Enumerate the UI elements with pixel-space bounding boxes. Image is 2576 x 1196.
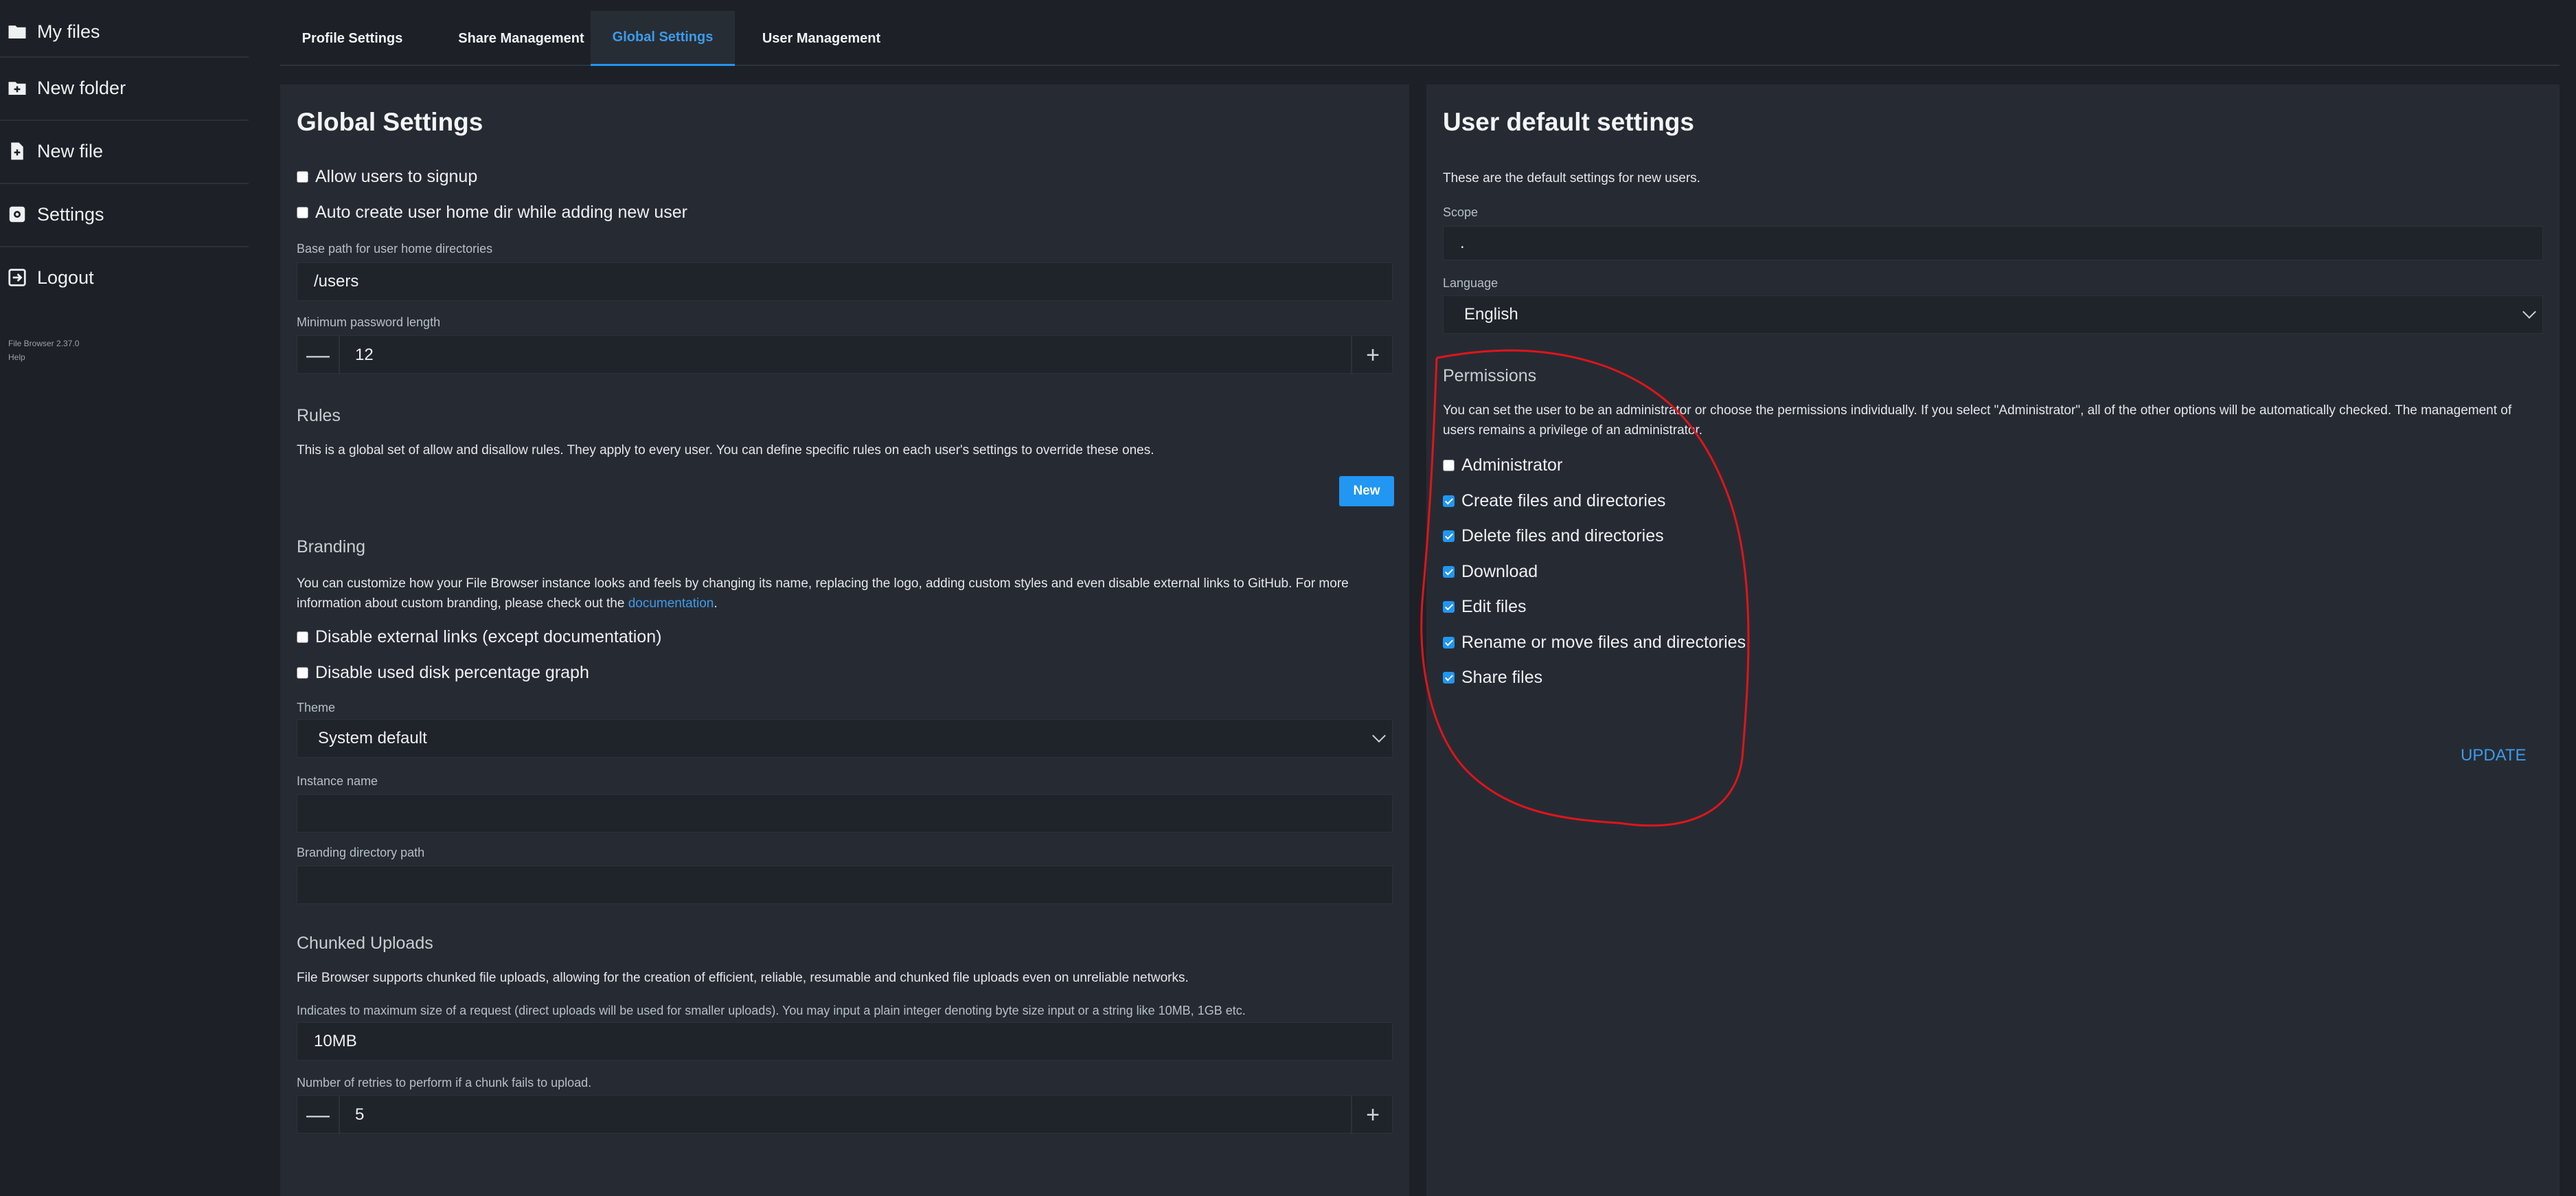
branding-description-line: You can customize how your File Browser … <box>297 576 1349 591</box>
version-text: File Browser 2.37.0 <box>8 339 80 348</box>
logout-icon <box>8 269 26 286</box>
text: . <box>714 596 718 611</box>
scope-input[interactable]: . <box>1443 226 2543 260</box>
new-rule-button[interactable]: New <box>1339 476 1394 506</box>
folder-icon <box>8 25 26 38</box>
retries-stepper: — 5 + <box>297 1095 1393 1134</box>
auto-home-checkbox[interactable]: Auto create user home dir while adding n… <box>297 203 687 223</box>
min-password-value[interactable]: 12 <box>355 346 374 365</box>
increment-button[interactable]: + <box>1352 1096 1393 1134</box>
help-link[interactable]: Help <box>8 352 25 362</box>
rules-heading: Rules <box>297 406 341 425</box>
disable-disk-graph-checkbox[interactable]: Disable used disk percentage graph <box>297 663 589 683</box>
branding-dir-input[interactable] <box>297 866 1393 904</box>
decrement-button[interactable]: — <box>297 1096 339 1134</box>
user-defaults-description: These are the default settings for new u… <box>1443 171 1700 185</box>
language-select-value: English <box>1464 305 1518 324</box>
checkbox-icon[interactable] <box>297 667 308 679</box>
sidebar: My files New folder New file Settings Lo… <box>0 0 249 1196</box>
checkbox-icon[interactable] <box>297 171 308 183</box>
min-password-stepper: — 12 + <box>297 335 1393 374</box>
retries-label: Number of retries to perform if a chunk … <box>297 1076 592 1090</box>
sidebar-item-new-folder[interactable]: New folder <box>0 56 249 120</box>
theme-select[interactable]: System default <box>297 719 1393 758</box>
sidebar-item-label: Settings <box>37 203 104 225</box>
sidebar-item-new-file[interactable]: New file <box>0 120 249 183</box>
section-title: User default settings <box>1443 108 1694 136</box>
theme-select-value: System default <box>318 729 427 747</box>
instance-name-label: Instance name <box>297 774 378 788</box>
sidebar-item-label: New folder <box>37 77 126 98</box>
chunked-uploads-description: File Browser supports chunked file uploa… <box>297 971 1189 985</box>
chunk-size-label: Indicates to maximum size of a request (… <box>297 1004 1246 1017</box>
documentation-link[interactable]: documentation <box>628 596 714 611</box>
sidebar-item-my-files[interactable]: My files <box>0 0 249 63</box>
global-settings-card: Global Settings Allow users to signup Au… <box>280 84 1409 1196</box>
min-password-label: Minimum password length <box>297 315 441 329</box>
checkbox-icon[interactable] <box>297 631 308 643</box>
text: information about custom branding, pleas… <box>297 596 628 611</box>
sidebar-item-label: My files <box>37 21 100 42</box>
branding-description: You can customize how your File Browser … <box>297 574 1395 613</box>
sidebar-item-logout[interactable]: Logout <box>0 246 249 309</box>
divider <box>339 1096 340 1134</box>
folder-plus-icon <box>8 82 26 95</box>
branding-description-line: information about custom branding, pleas… <box>297 594 1395 613</box>
chevron-down-icon <box>2522 305 2536 319</box>
language-select[interactable]: English <box>1443 295 2543 334</box>
chunked-uploads-heading: Chunked Uploads <box>297 934 433 953</box>
gear-icon <box>9 206 25 223</box>
checkbox-label: Auto create user home dir while adding n… <box>315 203 687 222</box>
checkbox-label: Disable used disk percentage graph <box>315 663 589 682</box>
sidebar-item-settings[interactable]: Settings <box>0 183 249 246</box>
chevron-down-icon <box>1372 729 1386 743</box>
increment-button[interactable]: + <box>1352 336 1393 374</box>
page-title: Global Settings <box>297 108 483 136</box>
file-plus-icon <box>11 142 23 160</box>
base-path-input[interactable]: /users <box>297 262 1393 301</box>
branding-heading: Branding <box>297 537 366 556</box>
checkbox-icon[interactable] <box>297 207 308 218</box>
sidebar-item-label: Logout <box>37 267 94 288</box>
tab-share-management[interactable]: Share Management <box>433 11 610 66</box>
retries-value[interactable]: 5 <box>355 1105 364 1125</box>
tab-global-settings[interactable]: Global Settings <box>591 11 735 66</box>
base-path-label: Base path for user home directories <box>297 242 493 256</box>
annotation-circle <box>1420 349 1750 827</box>
tab-profile-settings[interactable]: Profile Settings <box>280 11 424 66</box>
theme-label: Theme <box>297 701 336 714</box>
divider <box>339 336 340 374</box>
settings-tabs: Profile Settings Share Management Global… <box>280 0 2560 66</box>
tab-user-management[interactable]: User Management <box>743 11 900 66</box>
scope-label: Scope <box>1443 205 1479 219</box>
decrement-button[interactable]: — <box>297 336 339 374</box>
language-label: Language <box>1443 276 1498 290</box>
checkbox-label: Allow users to signup <box>315 167 478 186</box>
checkbox-label: Disable external links (except documenta… <box>315 627 662 646</box>
rules-description: This is a global set of allow and disall… <box>297 443 1154 458</box>
branding-dir-label: Branding directory path <box>297 846 425 859</box>
sidebar-item-label: New file <box>37 140 104 161</box>
user-default-settings-card: User default settings These are the defa… <box>1420 84 2560 1196</box>
update-button[interactable]: UPDATE <box>2461 746 2527 765</box>
disable-external-links-checkbox[interactable]: Disable external links (except documenta… <box>297 627 661 647</box>
allow-signup-checkbox[interactable]: Allow users to signup <box>297 167 477 187</box>
instance-name-input[interactable] <box>297 794 1393 833</box>
chunk-size-input[interactable]: 10MB <box>297 1022 1393 1061</box>
